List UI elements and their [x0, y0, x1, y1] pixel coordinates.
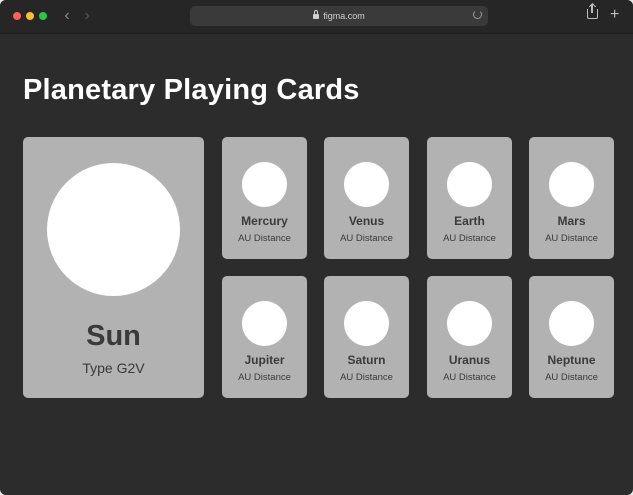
address-bar-text: figma.com	[190, 9, 488, 23]
planet-image-placeholder	[549, 162, 594, 207]
browser-toolbar: ‹ › figma.com +	[0, 0, 633, 34]
planet-image-placeholder	[344, 301, 389, 346]
lock-icon	[313, 10, 320, 19]
sun-image-placeholder	[47, 163, 180, 296]
planet-name: Venus	[348, 214, 385, 228]
url-label: figma.com	[323, 11, 365, 21]
planet-card-neptune[interactable]: Neptune AU Distance	[529, 276, 614, 398]
planet-card-mars[interactable]: Mars AU Distance	[529, 137, 614, 259]
forward-arrow-icon[interactable]: ›	[80, 7, 94, 25]
page-title: Planetary Playing Cards	[23, 74, 360, 106]
planet-name: Uranus	[448, 353, 491, 367]
planet-card-jupiter[interactable]: Jupiter AU Distance	[222, 276, 307, 398]
share-icon[interactable]	[587, 4, 598, 19]
new-tab-icon[interactable]: +	[610, 6, 619, 24]
planet-name: Earth	[454, 214, 485, 228]
planet-distance: AU Distance	[238, 372, 291, 383]
planet-name: Mercury	[241, 214, 288, 228]
sun-type: Type G2V	[82, 360, 145, 376]
sun-card[interactable]: Sun Type G2V	[23, 137, 204, 398]
planet-card-uranus[interactable]: Uranus AU Distance	[427, 276, 512, 398]
planet-image-placeholder	[242, 162, 287, 207]
planet-distance: AU Distance	[443, 372, 496, 383]
reload-icon[interactable]	[473, 10, 482, 19]
browser-window: ‹ › figma.com + Planetary Playing Cards …	[0, 0, 633, 495]
address-bar[interactable]: figma.com	[190, 6, 488, 26]
planet-distance: AU Distance	[238, 233, 291, 244]
minimize-window-button[interactable]	[26, 12, 34, 20]
planet-image-placeholder	[549, 301, 594, 346]
planet-image-placeholder	[447, 162, 492, 207]
planet-name: Neptune	[547, 353, 596, 367]
planet-card-saturn[interactable]: Saturn AU Distance	[324, 276, 409, 398]
planet-image-placeholder	[447, 301, 492, 346]
planet-name: Saturn	[347, 353, 386, 367]
planet-image-placeholder	[242, 301, 287, 346]
planet-card-mercury[interactable]: Mercury AU Distance	[222, 137, 307, 259]
planet-distance: AU Distance	[545, 372, 598, 383]
planet-image-placeholder	[344, 162, 389, 207]
zoom-window-button[interactable]	[39, 12, 47, 20]
back-arrow-icon[interactable]: ‹	[60, 7, 74, 25]
sun-name: Sun	[86, 320, 141, 352]
planet-card-earth[interactable]: Earth AU Distance	[427, 137, 512, 259]
close-window-button[interactable]	[13, 12, 21, 20]
planet-name: Jupiter	[244, 353, 285, 367]
planet-distance: AU Distance	[545, 233, 598, 244]
planet-name: Mars	[557, 214, 586, 228]
planet-distance: AU Distance	[340, 372, 393, 383]
planet-distance: AU Distance	[340, 233, 393, 244]
planet-card-venus[interactable]: Venus AU Distance	[324, 137, 409, 259]
planet-distance: AU Distance	[443, 233, 496, 244]
